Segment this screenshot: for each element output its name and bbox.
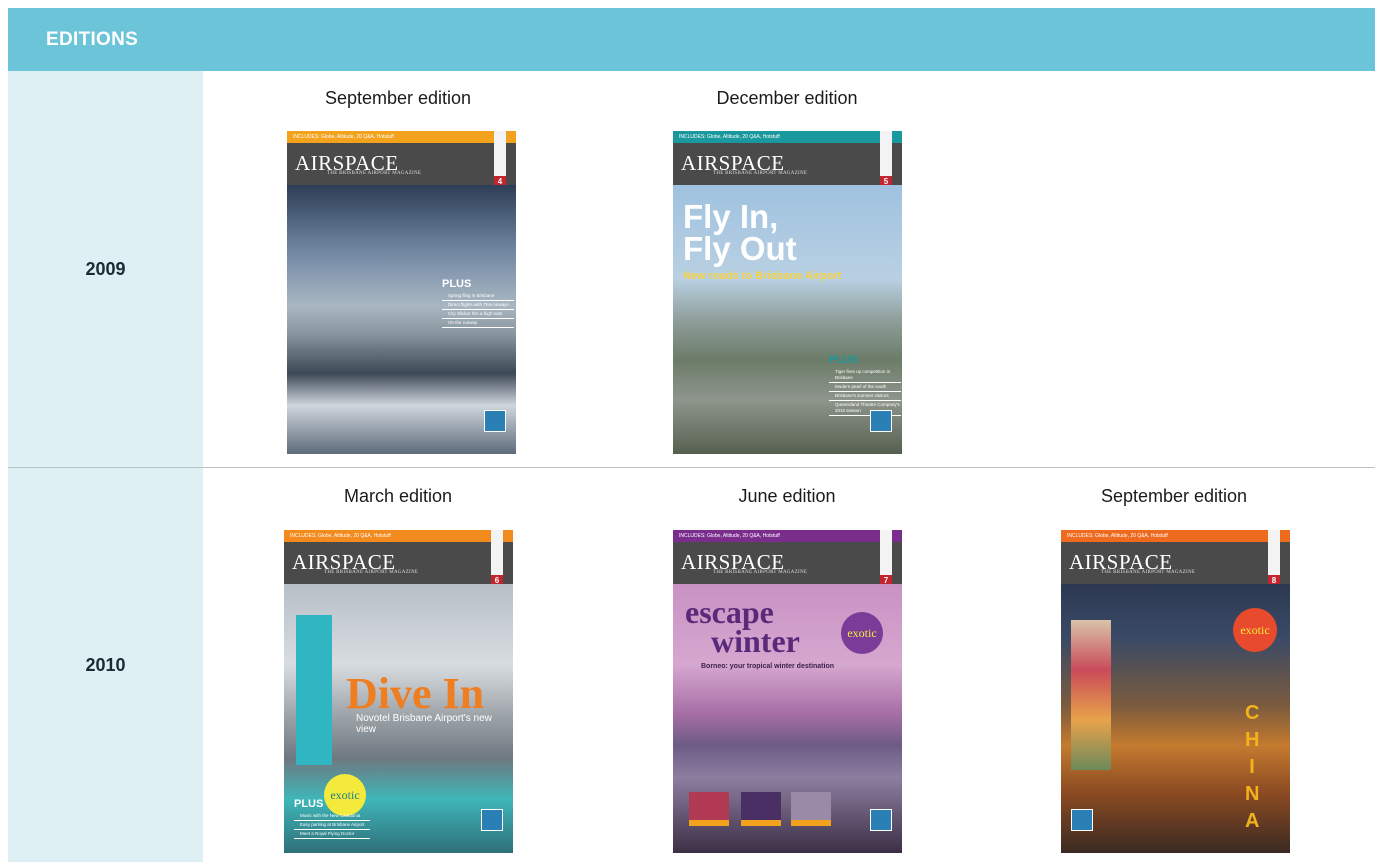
plus-item: City Slicker hits a high note (442, 310, 514, 319)
plus-item: Modern pearl of the south (829, 383, 901, 392)
editions-title: EDITIONS (46, 28, 139, 50)
plus-title: PLUS (829, 354, 859, 366)
year-label: 2010 (85, 654, 126, 675)
thumb-panel (741, 792, 781, 826)
cover-2010-june[interactable]: INCLUDES: Globe, Altitude, 20 Q&A, Hotst… (673, 530, 902, 853)
cover-subhead: Borneo: your tropical winter destination (701, 663, 835, 670)
cover-2010-september[interactable]: INCLUDES: Globe, Altitude, 20 Q&A, Hotst… (1061, 530, 1290, 853)
editions-header: EDITIONS (8, 8, 1375, 71)
plus-item: Direct flights with Thai Airways (442, 301, 514, 310)
cover-subhead: Novotel Brisbane Airport's new view (356, 713, 492, 735)
headline-line: winter (711, 623, 800, 659)
cover-subhead: New roads to Brisbane Airport (683, 270, 842, 282)
logo-subtitle: THE BRISBANE AIRPORT MAGAZINE (1101, 570, 1196, 575)
thumb-panel (791, 792, 831, 826)
edition-title: September edition (1100, 486, 1248, 506)
headline-line: Fly Out (683, 230, 797, 267)
plus-item: Music with the New Caledonia (294, 812, 370, 821)
plus-box: PLUS Spring fling in Brisbane Direct fli… (442, 278, 514, 328)
edition-title: June edition (738, 486, 836, 506)
year-label: 2009 (85, 258, 126, 279)
cover-headline: escape winter (685, 596, 800, 659)
sidebar-panel (296, 615, 332, 765)
plus-item: Tiger fires up competition in Brisbane (829, 368, 901, 383)
row-divider (8, 467, 1375, 468)
cover-headline: Dive In (346, 669, 485, 718)
logo-subtitle: THE BRISBANE AIRPORT MAGAZINE (324, 570, 419, 575)
cover-2009-december[interactable]: INCLUDES: Globe, Altitude, 20 Q&A, Hotst… (673, 131, 902, 454)
edition-title: March edition (343, 486, 453, 506)
headline-line: Fly In, (683, 198, 779, 235)
logo-subtitle: THE BRISBANE AIRPORT MAGAZINE (327, 171, 422, 176)
cover-strip: INCLUDES: Globe, Altitude, 20 Q&A, Hotst… (1061, 530, 1290, 542)
cover-strip: INCLUDES: Globe, Altitude, 20 Q&A, Hotst… (284, 530, 513, 542)
plus-title: PLUS (442, 278, 472, 290)
cover-2010-march[interactable]: INCLUDES: Globe, Altitude, 20 Q&A, Hotst… (284, 530, 513, 853)
logo-subtitle: THE BRISBANE AIRPORT MAGAZINE (713, 171, 808, 176)
cover-headline: CHINA (1245, 702, 1260, 832)
year-cell-2010: 2010 (8, 468, 203, 862)
plus-box: PLUS Tiger fires up competition in Brisb… (829, 354, 901, 416)
plus-title: PLUS (294, 798, 324, 810)
photo-strip (1071, 620, 1111, 770)
cover-headline: Fly In, Fly Out (683, 198, 797, 267)
cover-strip: INCLUDES: Globe, Altitude, 20 Q&A, Hotst… (673, 530, 902, 542)
brisbane-airport-badge (484, 410, 506, 432)
cover-2009-september[interactable]: INCLUDES: Globe, Altitude, 20 Q&A, Hotst… (287, 131, 516, 454)
plus-item: Easy parking at Brisbane Airport (294, 821, 370, 830)
brisbane-airport-badge (1071, 809, 1093, 831)
brisbane-airport-badge (870, 809, 892, 831)
plus-item: Brisbane's summer visitors (829, 392, 901, 401)
brisbane-airport-badge (481, 809, 503, 831)
plus-item: Spring fling in Brisbane (442, 292, 514, 301)
plus-item: On the runway (442, 319, 514, 328)
plus-box: PLUS Music with the New Caledonia Easy p… (294, 798, 370, 839)
cover-strip: INCLUDES: Globe, Altitude, 20 Q&A, Hotst… (673, 131, 902, 143)
edition-title: December edition (716, 88, 858, 108)
cover-strip: INCLUDES: Globe, Altitude, 20 Q&A, Hotst… (287, 131, 516, 143)
logo-subtitle: THE BRISBANE AIRPORT MAGAZINE (713, 570, 808, 575)
exotic-sticker: exotic (1233, 608, 1277, 652)
thumb-panel (689, 792, 729, 826)
exotic-sticker: exotic (841, 612, 883, 654)
plus-item: Meet a Royal Flying Doctor (294, 830, 370, 839)
year-cell-2009: 2009 (8, 71, 203, 467)
brisbane-airport-badge (870, 410, 892, 432)
edition-title: September edition (324, 88, 472, 108)
